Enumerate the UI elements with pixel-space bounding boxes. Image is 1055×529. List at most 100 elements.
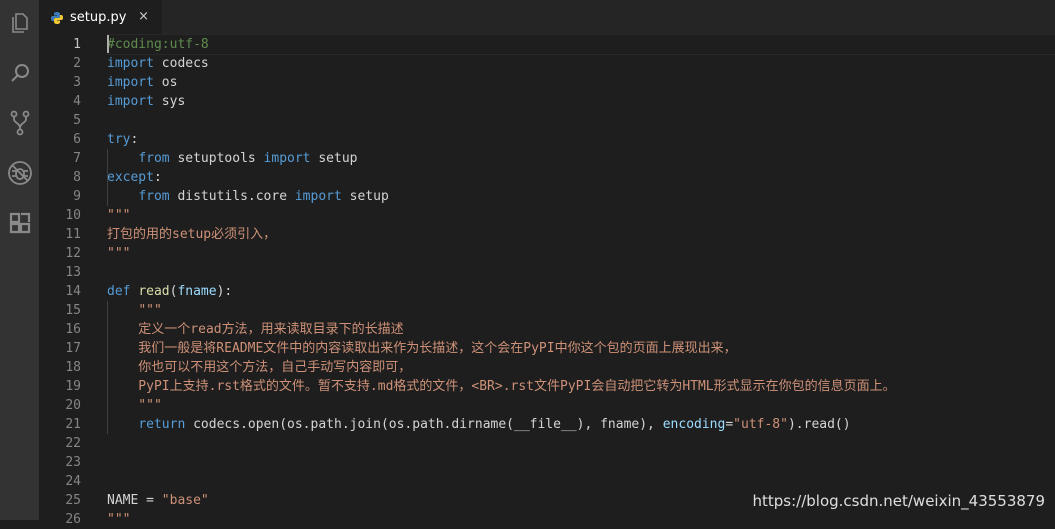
code-token: codecs.open(os.path.join(os.path.dirname… bbox=[185, 417, 663, 432]
code-token: ).read() bbox=[787, 417, 851, 432]
indent-guide bbox=[107, 301, 108, 434]
code-token: import bbox=[107, 56, 154, 71]
code-token: import bbox=[107, 94, 154, 109]
code-line: 11 打包的用的setup必须引入， bbox=[39, 225, 1055, 244]
code-text: import codecs bbox=[107, 54, 209, 73]
code-line: 23 bbox=[39, 453, 1055, 472]
code-text: 打包的用的setup必须引入， bbox=[107, 225, 276, 244]
line-number: 2 bbox=[73, 56, 81, 71]
code-text: """ bbox=[107, 301, 161, 320]
code-line: 4 import sys bbox=[39, 92, 1055, 111]
code-token: from bbox=[138, 189, 170, 204]
code-token: def bbox=[107, 284, 131, 299]
tab-title: setup.py bbox=[70, 10, 127, 25]
code-text: PyPI上支持.rst格式的文件。暂不支持.md格式的文件，<BR>.rst文件… bbox=[107, 377, 895, 396]
code-token: sys bbox=[153, 94, 186, 109]
code-token: setup bbox=[310, 151, 358, 166]
code-line: 3 import os bbox=[39, 73, 1055, 92]
code-token: setuptools bbox=[169, 151, 264, 166]
code-token: NAME = bbox=[107, 493, 162, 508]
code-line: 12 """ bbox=[39, 244, 1055, 263]
search-icon[interactable] bbox=[0, 53, 39, 93]
code-token: 定义一个read方法，用来读取目录下的长描述 bbox=[107, 322, 404, 337]
code-token: try bbox=[107, 132, 131, 147]
line-number: 24 bbox=[65, 474, 81, 489]
code-token: import bbox=[263, 151, 311, 166]
code-line: 19 PyPI上支持.rst格式的文件。暂不支持.md格式的文件，<BR>.rs… bbox=[39, 377, 1055, 396]
code-line: 7 from setuptools import setup bbox=[39, 149, 1055, 168]
line-number: 16 bbox=[65, 322, 81, 337]
line-number: 14 bbox=[65, 284, 81, 299]
code-text: """ bbox=[107, 206, 130, 225]
tab-bar: setup.py × bbox=[39, 0, 1055, 35]
line-number: 19 bbox=[65, 379, 81, 394]
line-number: 9 bbox=[73, 189, 81, 204]
explorer-icon[interactable] bbox=[0, 3, 39, 43]
code-token: from bbox=[138, 151, 170, 166]
code-text: except: bbox=[107, 168, 162, 187]
code-line: 20 """ bbox=[39, 396, 1055, 415]
watermark: https://blog.csdn.net/weixin_43553879 bbox=[752, 492, 1045, 510]
code-text: NAME = "base" bbox=[107, 491, 209, 510]
code-token: : bbox=[153, 170, 162, 185]
code-text: #coding:utf-8 bbox=[107, 35, 209, 54]
code-text: def read(fname): bbox=[107, 282, 232, 301]
code-token: #coding:utf-8 bbox=[107, 37, 209, 52]
code-token: = bbox=[725, 417, 734, 432]
code-text: import sys bbox=[107, 92, 185, 111]
line-number: 4 bbox=[73, 94, 81, 109]
code-token: """ bbox=[107, 246, 131, 261]
line-number: 21 bbox=[65, 417, 81, 432]
code-line: 9 from distutils.core import setup bbox=[39, 187, 1055, 206]
line-number: 20 bbox=[65, 398, 81, 413]
code-line: 17 我们一般是将README文件中的内容读取出来作为长描述，这个会在PyPI中… bbox=[39, 339, 1055, 358]
code-token: 打包的用的setup必须引入， bbox=[107, 227, 277, 242]
code-line: 2 import codecs bbox=[39, 54, 1055, 73]
code-token: "utf-8" bbox=[733, 417, 788, 432]
code-editor[interactable]: 1 #coding:utf-8 2 import codecs 3 import os 4 i… bbox=[39, 34, 1055, 527]
line-number: 7 bbox=[73, 151, 81, 166]
source-control-icon[interactable] bbox=[0, 103, 39, 143]
code-line: 8 except: bbox=[39, 168, 1055, 187]
code-token: ): bbox=[216, 284, 233, 299]
line-number: 22 bbox=[65, 436, 81, 451]
code-token: 你也可以不用这个方法，自己手动写内容即可， bbox=[107, 360, 412, 375]
code-token: return bbox=[138, 417, 186, 432]
code-line: 18 你也可以不用这个方法，自己手动写内容即可， bbox=[39, 358, 1055, 377]
code-token: """ bbox=[107, 398, 162, 413]
code-line: 21 return codecs.open(os.path.join(os.pa… bbox=[39, 415, 1055, 434]
line-number: 23 bbox=[65, 455, 81, 470]
code-line: 6 try: bbox=[39, 130, 1055, 149]
code-text: from setuptools import setup bbox=[107, 149, 357, 168]
debug-icon[interactable] bbox=[0, 153, 39, 193]
code-token: os bbox=[153, 75, 178, 90]
code-line: 14 def read(fname): bbox=[39, 282, 1055, 301]
code-line: 5 bbox=[39, 111, 1055, 130]
tab-close-icon[interactable]: × bbox=[138, 9, 149, 24]
line-number: 10 bbox=[65, 208, 81, 223]
code-token: encoding bbox=[662, 417, 726, 432]
extensions-icon[interactable] bbox=[0, 203, 39, 243]
python-icon bbox=[50, 11, 64, 25]
code-text: 我们一般是将README文件中的内容读取出来作为长描述，这个会在PyPI中你这个… bbox=[107, 339, 737, 358]
activity-bar bbox=[0, 0, 39, 520]
code-text: try: bbox=[107, 130, 138, 149]
code-token: 我们一般是将README文件中的内容读取出来作为长描述，这个会在PyPI中你这个… bbox=[107, 341, 737, 356]
code-token: "base" bbox=[161, 493, 209, 508]
code-token: """ bbox=[107, 208, 131, 223]
code-token: fname bbox=[177, 284, 217, 299]
line-number: 17 bbox=[65, 341, 81, 356]
line-number: 12 bbox=[65, 246, 81, 261]
line-number: 13 bbox=[65, 265, 81, 280]
text-cursor bbox=[107, 35, 109, 53]
line-number: 15 bbox=[65, 303, 81, 318]
indent-guide bbox=[107, 187, 108, 206]
line-number: 1 bbox=[73, 37, 81, 52]
line-number: 11 bbox=[65, 227, 81, 242]
code-line: 24 bbox=[39, 472, 1055, 491]
tab-setup-py[interactable]: setup.py × bbox=[39, 0, 162, 35]
indent-guide bbox=[107, 149, 108, 187]
